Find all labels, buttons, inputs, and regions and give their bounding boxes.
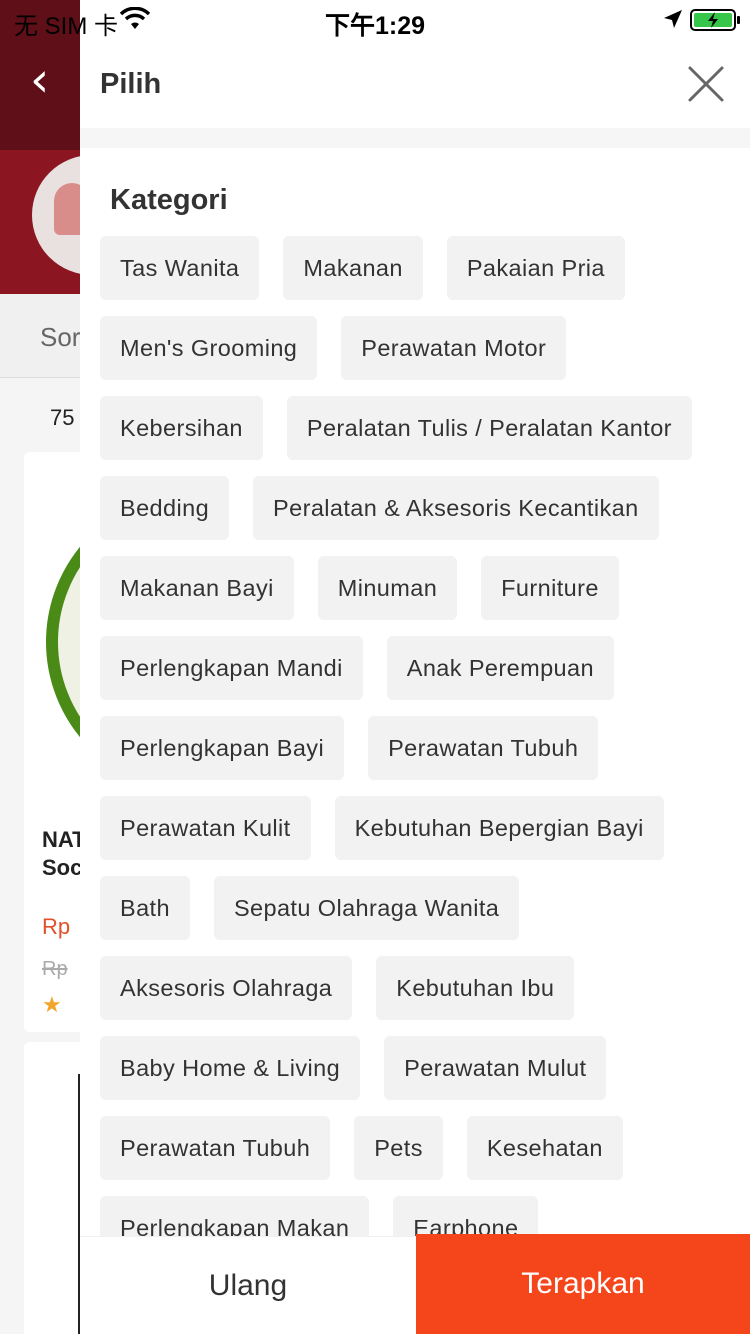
- status-time: 下午1:29: [324, 12, 426, 40]
- category-chip[interactable]: Bedding: [100, 476, 230, 540]
- category-chip[interactable]: Makanan: [283, 236, 423, 300]
- category-chip[interactable]: Perlengkapan Makan: [100, 1196, 370, 1236]
- category-chip[interactable]: Peralatan Tulis / Peralatan Kantor: [286, 396, 692, 460]
- panel-title: Pilih: [100, 68, 162, 100]
- category-chip[interactable]: Pets: [354, 1116, 443, 1180]
- close-icon: [688, 66, 724, 102]
- category-chip[interactable]: Perawatan Mulut: [384, 1036, 607, 1100]
- category-chip[interactable]: Makanan Bayi: [100, 556, 294, 620]
- category-chip[interactable]: Perlengkapan Mandi: [100, 636, 363, 700]
- category-chip[interactable]: Kebutuhan Bepergian Bayi: [334, 796, 664, 860]
- category-chip[interactable]: Peralatan & Aksesoris Kecantikan: [253, 476, 659, 540]
- category-chip[interactable]: Sepatu Olahraga Wanita: [213, 876, 520, 940]
- category-chip[interactable]: Kebersihan: [100, 396, 263, 460]
- category-chip[interactable]: Minuman: [317, 556, 458, 620]
- category-chip[interactable]: Bath: [100, 876, 190, 940]
- category-chip[interactable]: Furniture: [481, 556, 619, 620]
- category-chip[interactable]: Perawatan Kulit: [100, 796, 311, 860]
- category-chip[interactable]: Kesehatan: [466, 1116, 623, 1180]
- apply-button[interactable]: Terapkan: [416, 1234, 750, 1334]
- category-chip[interactable]: Baby Home & Living: [100, 1036, 361, 1100]
- category-list: Tas Wanita Makanan Pakaian Pria Men's Groom…: [100, 236, 730, 1236]
- category-chip[interactable]: Earphone: [393, 1196, 539, 1236]
- category-chip[interactable]: Perawatan Tubuh: [100, 1116, 331, 1180]
- panel-header: Pilih: [80, 40, 750, 128]
- category-section-title: Kategori: [110, 184, 228, 216]
- result-count: 75: [50, 405, 75, 430]
- panel-footer: Ulang Terapkan: [80, 1234, 750, 1334]
- category-chip[interactable]: Men's Grooming: [100, 316, 318, 380]
- category-chip[interactable]: Perawatan Tubuh: [368, 716, 599, 780]
- product-old-price: Rp: [42, 958, 68, 980]
- battery-icon: [690, 9, 740, 31]
- sort-label: Sor: [40, 322, 81, 352]
- category-chip[interactable]: Tas Wanita: [100, 236, 260, 300]
- category-chip[interactable]: Anak Perempuan: [386, 636, 614, 700]
- category-chip[interactable]: Perawatan Motor: [341, 316, 567, 380]
- location-arrow-icon: [664, 10, 682, 28]
- screen: ‹ Sor 75 NAT Soc Rp Rp ★ 无 SIM 卡 下午1:29: [0, 0, 750, 1334]
- category-chip[interactable]: Aksesoris Olahraga: [100, 956, 353, 1020]
- category-chip[interactable]: Kebutuhan Ibu: [376, 956, 575, 1020]
- close-button[interactable]: [676, 60, 736, 108]
- category-chip[interactable]: Pakaian Pria: [446, 236, 625, 300]
- divider: [80, 128, 750, 148]
- reset-button[interactable]: Ulang: [80, 1236, 416, 1334]
- product-price: Rp: [42, 914, 71, 939]
- status-bar: 无 SIM 卡 下午1:29: [0, 0, 750, 40]
- back-icon[interactable]: ‹: [30, 56, 49, 104]
- category-chip[interactable]: Perlengkapan Bayi: [100, 716, 345, 780]
- star-icon: ★: [42, 992, 62, 1017]
- filter-panel: Pilih Kategori Tas Wanita Makanan Pakaian …: [80, 0, 750, 1334]
